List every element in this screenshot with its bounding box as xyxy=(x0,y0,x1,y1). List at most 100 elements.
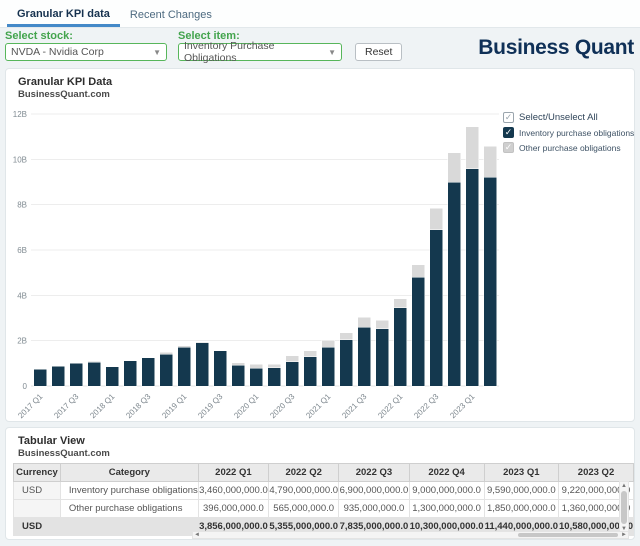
y-axis-tick-label: 6B xyxy=(17,246,27,255)
bar-inventory-purchase-obligations[interactable] xyxy=(286,362,299,386)
y-axis-tick-label: 4B xyxy=(17,291,27,300)
logo-text-business: Business xyxy=(478,36,569,59)
kpi-data-table: CurrencyCategory2022 Q12022 Q22022 Q3202… xyxy=(13,463,634,536)
checkbox-other[interactable]: ✓ xyxy=(503,142,514,153)
category-cell: Other purchase obligations xyxy=(60,500,198,518)
stock-filter-group: Select stock: NVDA - Nvidia Corp ▼ xyxy=(5,30,167,61)
bar-other-purchase-obligations[interactable] xyxy=(304,351,317,357)
bar-inventory-purchase-obligations[interactable] xyxy=(70,363,83,386)
bar-inventory-purchase-obligations[interactable] xyxy=(232,365,245,386)
bar-inventory-purchase-obligations[interactable] xyxy=(124,361,137,386)
bar-other-purchase-obligations[interactable] xyxy=(340,333,353,340)
checkbox-inventory[interactable]: ✓ xyxy=(503,127,514,138)
bar-other-purchase-obligations[interactable] xyxy=(250,364,263,368)
table-row: Other purchase obligations396,000,000.05… xyxy=(14,500,634,518)
x-axis-tick-label: 2020 Q1 xyxy=(232,392,260,419)
bar-inventory-purchase-obligations[interactable] xyxy=(322,347,335,386)
x-axis-tick-label: 2023 Q1 xyxy=(448,392,476,419)
x-axis-tick-label: 2019 Q1 xyxy=(160,392,188,419)
bar-other-purchase-obligations[interactable] xyxy=(358,317,371,327)
legend-other[interactable]: ✓ Other purchase obligations xyxy=(503,142,635,153)
value-cell: 935,000,000.0 xyxy=(339,500,409,518)
x-axis-tick-label: 2020 Q3 xyxy=(268,392,296,419)
value-cell: 3,460,000,000.0 xyxy=(198,482,268,500)
bar-other-purchase-obligations[interactable] xyxy=(322,340,335,347)
logo-text-quant: Quant xyxy=(575,36,634,59)
chart-panel: Granular KPI Data BusinessQuant.com 02B4… xyxy=(5,68,635,422)
value-cell: 1,300,000,000.0 xyxy=(409,500,484,518)
bar-other-purchase-obligations[interactable] xyxy=(286,356,299,362)
bar-other-purchase-obligations[interactable] xyxy=(412,265,425,278)
legend-inventory[interactable]: ✓ Inventory purchase obligations xyxy=(503,127,635,138)
x-axis-tick-label: 2018 Q3 xyxy=(124,392,152,419)
bar-inventory-purchase-obligations[interactable] xyxy=(268,368,281,386)
item-select[interactable]: Inventory Purchase Obligations ▼ xyxy=(178,43,342,61)
tab-recent-changes[interactable]: Recent Changes xyxy=(120,2,222,27)
value-cell: 565,000,000.0 xyxy=(269,500,339,518)
scroll-left-icon[interactable]: ◄ xyxy=(193,532,201,538)
bar-inventory-purchase-obligations[interactable] xyxy=(358,327,371,386)
bar-inventory-purchase-obligations[interactable] xyxy=(160,354,173,386)
bar-inventory-purchase-obligations[interactable] xyxy=(376,329,389,386)
y-axis-tick-label: 8B xyxy=(17,201,27,210)
y-axis-tick-label: 12B xyxy=(13,110,27,119)
bar-inventory-purchase-obligations[interactable] xyxy=(250,368,263,386)
tab-granular-kpi-data[interactable]: Granular KPI data xyxy=(7,1,120,27)
horizontal-scroll-thumb[interactable] xyxy=(518,533,618,537)
horizontal-scroll-track[interactable] xyxy=(201,532,620,538)
table-header-cell: 2023 Q1 xyxy=(484,464,558,482)
stock-select-value: NVDA - Nvidia Corp xyxy=(11,46,104,58)
checkbox-select-all[interactable]: ✓ xyxy=(503,112,514,123)
bar-other-purchase-obligations[interactable] xyxy=(430,208,443,229)
legend-select-all[interactable]: ✓ Select/Unselect All xyxy=(503,112,635,123)
bar-inventory-purchase-obligations[interactable] xyxy=(484,177,497,386)
legend-select-all-label: Select/Unselect All xyxy=(519,112,598,123)
bar-inventory-purchase-obligations[interactable] xyxy=(304,357,317,386)
bar-other-purchase-obligations[interactable] xyxy=(268,364,281,367)
vertical-scroll-thumb[interactable] xyxy=(621,491,627,524)
bar-inventory-purchase-obligations[interactable] xyxy=(466,169,479,386)
reset-button[interactable]: Reset xyxy=(355,43,402,61)
table-header-row: CurrencyCategory2022 Q12022 Q22022 Q3202… xyxy=(14,464,634,482)
bar-inventory-purchase-obligations[interactable] xyxy=(52,366,65,386)
bar-inventory-purchase-obligations[interactable] xyxy=(448,182,461,386)
bar-inventory-purchase-obligations[interactable] xyxy=(412,277,425,386)
bar-other-purchase-obligations[interactable] xyxy=(232,363,245,366)
bar-inventory-purchase-obligations[interactable] xyxy=(214,351,227,386)
stock-select[interactable]: NVDA - Nvidia Corp ▼ xyxy=(5,43,167,61)
bar-inventory-purchase-obligations[interactable] xyxy=(142,358,155,386)
x-axis-tick-label: 2017 Q3 xyxy=(52,392,80,419)
bar-inventory-purchase-obligations[interactable] xyxy=(88,362,101,386)
bar-inventory-purchase-obligations[interactable] xyxy=(178,347,191,386)
bar-inventory-purchase-obligations[interactable] xyxy=(106,367,119,386)
x-axis-tick-label: 2021 Q1 xyxy=(304,392,332,419)
tab-bar: Granular KPI data Recent Changes xyxy=(0,0,640,28)
table-vertical-scrollbar[interactable]: ▲ ▼ xyxy=(619,481,629,534)
table-header-cell: 2022 Q2 xyxy=(269,464,339,482)
bar-inventory-purchase-obligations[interactable] xyxy=(196,343,209,386)
table-horizontal-scrollbar[interactable]: ◄ ► xyxy=(192,531,629,539)
chart-legend: ✓ Select/Unselect All ✓ Inventory purcha… xyxy=(503,112,635,157)
bar-other-purchase-obligations[interactable] xyxy=(394,299,407,308)
x-axis-tick-label: 2022 Q3 xyxy=(412,392,440,419)
bar-other-purchase-obligations[interactable] xyxy=(160,352,173,354)
x-axis-tick-label: 2021 Q3 xyxy=(340,392,368,419)
scroll-right-icon[interactable]: ► xyxy=(620,532,628,538)
bar-inventory-purchase-obligations[interactable] xyxy=(394,308,407,386)
bar-other-purchase-obligations[interactable] xyxy=(466,127,479,169)
bar-inventory-purchase-obligations[interactable] xyxy=(34,369,47,386)
bar-other-purchase-obligations[interactable] xyxy=(484,146,497,177)
table-header-cell: Category xyxy=(60,464,198,482)
bar-other-purchase-obligations[interactable] xyxy=(376,320,389,329)
table-subtitle: BusinessQuant.com xyxy=(6,447,634,459)
scroll-up-icon[interactable]: ▲ xyxy=(621,482,627,490)
item-select-value: Inventory Purchase Obligations xyxy=(184,40,328,64)
bar-other-purchase-obligations[interactable] xyxy=(448,153,461,182)
value-cell: 9,000,000,000.0 xyxy=(409,482,484,500)
bar-inventory-purchase-obligations[interactable] xyxy=(340,340,353,386)
legend-other-label: Other purchase obligations xyxy=(519,143,621,153)
category-cell xyxy=(60,518,198,536)
bar-inventory-purchase-obligations[interactable] xyxy=(430,230,443,386)
y-axis-tick-label: 10B xyxy=(13,155,27,164)
chart-title: Granular KPI Data xyxy=(6,69,634,88)
